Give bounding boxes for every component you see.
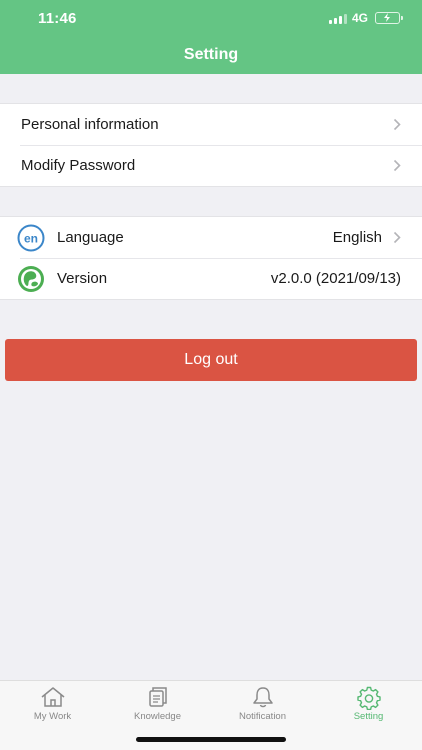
- personal-information-label: Personal information: [21, 116, 159, 133]
- language-value: English: [332, 229, 382, 246]
- personal-information-row[interactable]: Personal information: [0, 104, 422, 145]
- bell-icon: [252, 687, 273, 708]
- version-row: Version v2.0.0 (2021/09/13): [0, 258, 422, 299]
- version-label: Version: [57, 270, 108, 287]
- tab-label: Notification: [239, 711, 286, 722]
- status-time: 11:46: [38, 10, 77, 27]
- modify-password-label: Modify Password: [21, 157, 136, 174]
- language-row[interactable]: en Language English: [0, 217, 422, 258]
- tab-notification[interactable]: Notification: [210, 681, 315, 729]
- tab-knowledge[interactable]: Knowledge: [105, 681, 210, 729]
- battery-icon: [375, 12, 403, 24]
- document-icon: [148, 687, 167, 707]
- home-indicator[interactable]: [136, 737, 286, 742]
- account-settings-group: Personal information Modify Password: [0, 103, 422, 187]
- status-bar: 11:46 4G: [0, 0, 422, 38]
- tab-label: My Work: [33, 711, 72, 722]
- gear-icon: [356, 686, 381, 710]
- logout-button[interactable]: Log out: [5, 339, 417, 381]
- version-value: v2.0.0 (2021/09/13): [270, 270, 401, 287]
- signal-icon: [328, 13, 347, 24]
- status-indicators: 4G: [328, 11, 403, 25]
- modify-password-row[interactable]: Modify Password: [0, 145, 422, 186]
- network-type: 4G: [351, 11, 368, 25]
- tab-label: Knowledge: [133, 711, 181, 722]
- chevron-right-icon: [393, 159, 401, 172]
- chevron-right-icon: [393, 118, 401, 131]
- page-title: Setting: [183, 46, 239, 63]
- tab-my-work[interactable]: My Work: [0, 681, 105, 729]
- tab-label: Setting: [353, 711, 384, 722]
- svg-text:en: en: [24, 232, 38, 246]
- language-en-icon: en: [17, 224, 45, 252]
- tab-setting[interactable]: Setting: [316, 681, 421, 729]
- app-header: 11:46 4G Setting: [0, 0, 422, 74]
- home-icon: [41, 687, 64, 707]
- chevron-right-icon: [393, 231, 401, 244]
- app-settings-group: en Language English Version v2.0.0 (2021…: [0, 216, 422, 300]
- language-label: Language: [57, 229, 124, 246]
- app-logo-icon: [18, 266, 44, 292]
